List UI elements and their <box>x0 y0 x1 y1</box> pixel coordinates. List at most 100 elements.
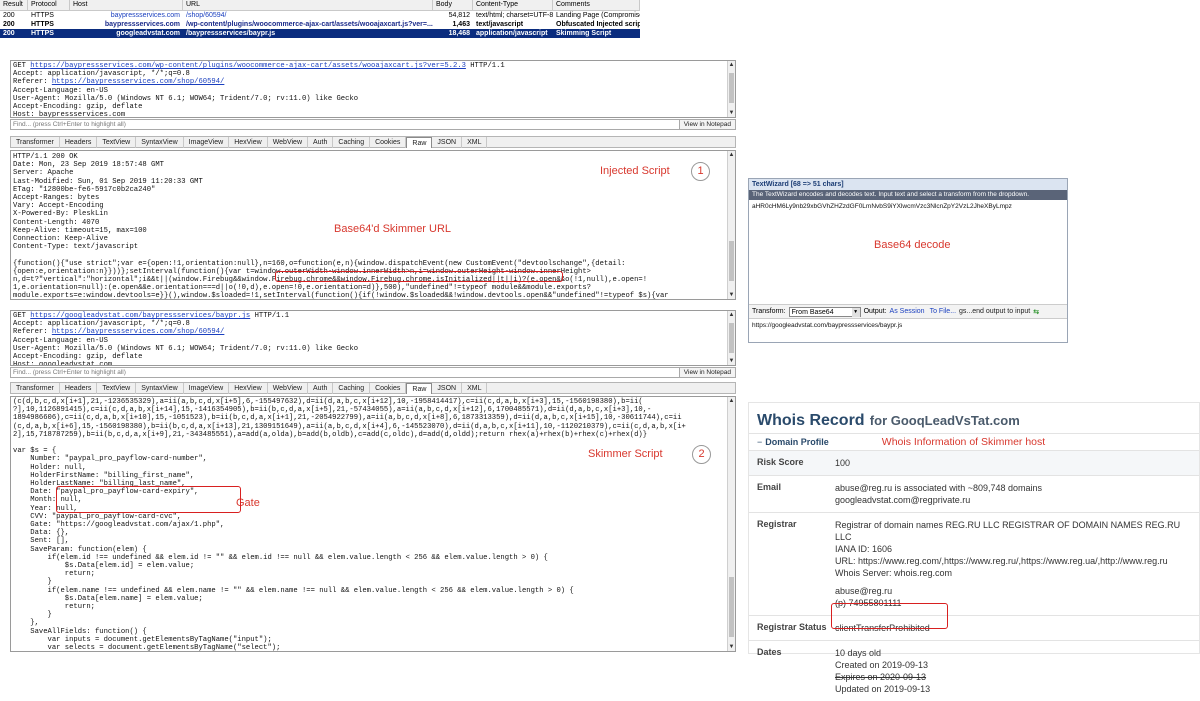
tab-raw[interactable]: Raw <box>406 137 433 148</box>
find-input[interactable]: Find... (press Ctrl+Enter to highlight a… <box>11 368 679 377</box>
code-line: X-Powered-By: PleskLin <box>13 210 108 219</box>
tab-hexview[interactable]: HexView <box>229 383 268 394</box>
whois-section-header[interactable]: − Domain Profile Whois Information of Sk… <box>749 433 1199 450</box>
scroll-thumb[interactable] <box>729 73 734 103</box>
scroll-thumb[interactable] <box>729 577 734 637</box>
scroll-thumb[interactable] <box>729 323 734 353</box>
tab-cookies[interactable]: Cookies <box>370 137 407 148</box>
view-in-notepad-button[interactable]: View in Notepad <box>678 120 735 129</box>
tab-webview[interactable]: WebView <box>268 137 308 148</box>
scroll-up-icon[interactable]: ▲ <box>728 151 735 159</box>
request-panel-2[interactable]: GET https://googleadvstat.com/baypressse… <box>10 310 736 366</box>
scrollbar[interactable]: ▲ ▼ <box>727 397 735 651</box>
tab-textview[interactable]: TextView <box>97 383 137 394</box>
tab-headers[interactable]: Headers <box>60 137 98 148</box>
whois-key: Risk Score <box>757 457 804 467</box>
response-panel-2[interactable]: (c(d,b,c,d,x[i+1],21,-1236535329),a=ii(a… <box>10 396 736 652</box>
session-cell-ctype: text/javascript <box>476 21 524 28</box>
col-url[interactable]: URL <box>183 0 433 10</box>
scroll-down-icon[interactable]: ▼ <box>728 643 735 651</box>
scroll-thumb[interactable] <box>729 241 734 281</box>
find-input[interactable]: Find... (press Ctrl+Enter to highlight a… <box>11 120 679 129</box>
send-output-button[interactable]: gs...end output to input <box>959 308 1030 315</box>
session-cell-body: 54,812 <box>448 12 470 19</box>
annotation-circle-1: 1 <box>691 162 710 181</box>
tab-syntaxview[interactable]: SyntaxView <box>136 383 184 394</box>
url-link[interactable]: https://baypressservices.com/shop/60594/ <box>52 78 225 86</box>
scroll-down-icon[interactable]: ▼ <box>728 109 735 117</box>
tab-imageview[interactable]: ImageView <box>184 383 230 394</box>
scroll-up-icon[interactable]: ▲ <box>728 61 735 69</box>
tab-webview[interactable]: WebView <box>268 383 308 394</box>
tab-headers[interactable]: Headers <box>60 383 98 394</box>
code-line: module.exports=e:window.devtools=e}}(),w… <box>13 292 669 300</box>
url-link[interactable]: https://googleadvstat.com/baypressservic… <box>30 312 250 320</box>
tab-json[interactable]: JSON <box>432 383 463 394</box>
url-link[interactable]: https://baypressservices.com/shop/60594/ <box>52 328 225 336</box>
code-line: Accept-Encoding: gzip, deflate <box>13 353 143 362</box>
url-link[interactable]: https://baypressservices.com/wp-content/… <box>30 62 466 70</box>
whois-header: Whois Record for GooqLeadVsTat.com <box>749 403 1199 433</box>
transform-label: Transform: <box>752 308 786 315</box>
code-line: ?],10,1126891415),c=ii(c,d,a,b,x[i+14],1… <box>13 406 652 415</box>
tab-hexview[interactable]: HexView <box>229 137 268 148</box>
tab-xml[interactable]: XML <box>462 137 488 148</box>
tab-cookies[interactable]: Cookies <box>370 383 407 394</box>
code-line: Sent: [], <box>13 537 70 546</box>
code-line: Host: googleadvstat.com <box>13 361 113 366</box>
as-session-link[interactable]: As Session <box>890 308 925 315</box>
tab-transformer[interactable]: Transformer <box>11 137 60 148</box>
scrollbar[interactable]: ▲ ▼ <box>727 61 735 117</box>
whois-row: Risk Score 100 <box>749 450 1199 475</box>
tab-transformer[interactable]: Transformer <box>11 383 60 394</box>
code-line: Vary: Accept-Encoding <box>13 202 104 211</box>
view-in-notepad-button[interactable]: View in Notepad <box>678 368 735 377</box>
tab-raw[interactable]: Raw <box>406 383 433 394</box>
collapse-icon[interactable]: − <box>757 437 762 447</box>
whois-value-line: Created on 2019-09-13 <box>835 660 929 670</box>
tab-imageview[interactable]: ImageView <box>184 137 230 148</box>
code-line: Last-Modified: Sun, 01 Sep 2019 11:20:33… <box>13 177 203 186</box>
code-line: ETag: "12800be-fe6-5917c0b2ca240" <box>13 185 156 194</box>
response-tabs-1: Transformer Headers TextView SyntaxView Imag… <box>10 136 736 148</box>
scrollbar[interactable]: ▲ ▼ <box>727 311 735 365</box>
scrollbar[interactable]: ▲ ▼ <box>727 151 735 299</box>
col-body[interactable]: Body <box>433 0 473 10</box>
request-panel-1[interactable]: GET https://baypressservices.com/wp-cont… <box>10 60 736 118</box>
col-result[interactable]: Result <box>0 0 28 10</box>
session-cell-ctype: application/javascript <box>476 30 548 37</box>
tab-auth[interactable]: Auth <box>308 137 334 148</box>
textwizard-output[interactable]: https://googleadvstat.com/baypressservic… <box>749 319 1067 332</box>
tab-syntaxview[interactable]: SyntaxView <box>136 137 184 148</box>
whois-key: Registrar Status <box>757 622 827 632</box>
scroll-up-icon[interactable]: ▲ <box>728 397 735 405</box>
code-line: Host: baypressservices.com <box>13 111 126 118</box>
tab-textview[interactable]: TextView <box>97 137 137 148</box>
tab-json[interactable]: JSON <box>432 137 463 148</box>
session-cell-body: 1,463 <box>452 21 470 28</box>
swap-icon[interactable]: ⇆ <box>1033 308 1039 316</box>
tab-caching[interactable]: Caching <box>333 383 371 394</box>
session-cell-url: /shop/60594/ <box>186 12 227 19</box>
col-comments[interactable]: Comments <box>553 0 640 10</box>
to-file-link[interactable]: To File... <box>930 308 956 315</box>
scroll-up-icon[interactable]: ▲ <box>728 311 735 319</box>
tab-xml[interactable]: XML <box>462 383 488 394</box>
annotation-base64-url: Base64'd Skimmer URL <box>334 223 452 235</box>
transform-select[interactable]: From Base64 ▼ <box>788 306 861 317</box>
whois-value-line: abuse@reg.ru <box>835 586 893 596</box>
col-protocol[interactable]: Protocol <box>28 0 70 10</box>
whois-value-line: URL: https://www.reg.com/,https://www.re… <box>835 556 1168 566</box>
tab-auth[interactable]: Auth <box>308 383 334 394</box>
scroll-down-icon[interactable]: ▼ <box>728 291 735 299</box>
col-host[interactable]: Host <box>70 0 183 10</box>
session-row[interactable]: 200 HTTPS baypressservices.com/shop/60594/… <box>0 11 640 20</box>
session-row[interactable]: 200 HTTPS baypressservices.com/wp-content/… <box>0 20 640 29</box>
tab-caching[interactable]: Caching <box>333 137 371 148</box>
textwizard-input[interactable]: aHR0cHM6Ly9nb29xbGVhZHZzdGF0LmNvbS9iYXlw… <box>749 200 1067 305</box>
col-content-type[interactable]: Content-Type <box>473 0 553 10</box>
code-line: } <box>13 611 52 620</box>
session-row[interactable]: 200 HTTPS googleadvstat.com/baypressservic… <box>0 29 640 38</box>
scroll-down-icon[interactable]: ▼ <box>728 357 735 365</box>
